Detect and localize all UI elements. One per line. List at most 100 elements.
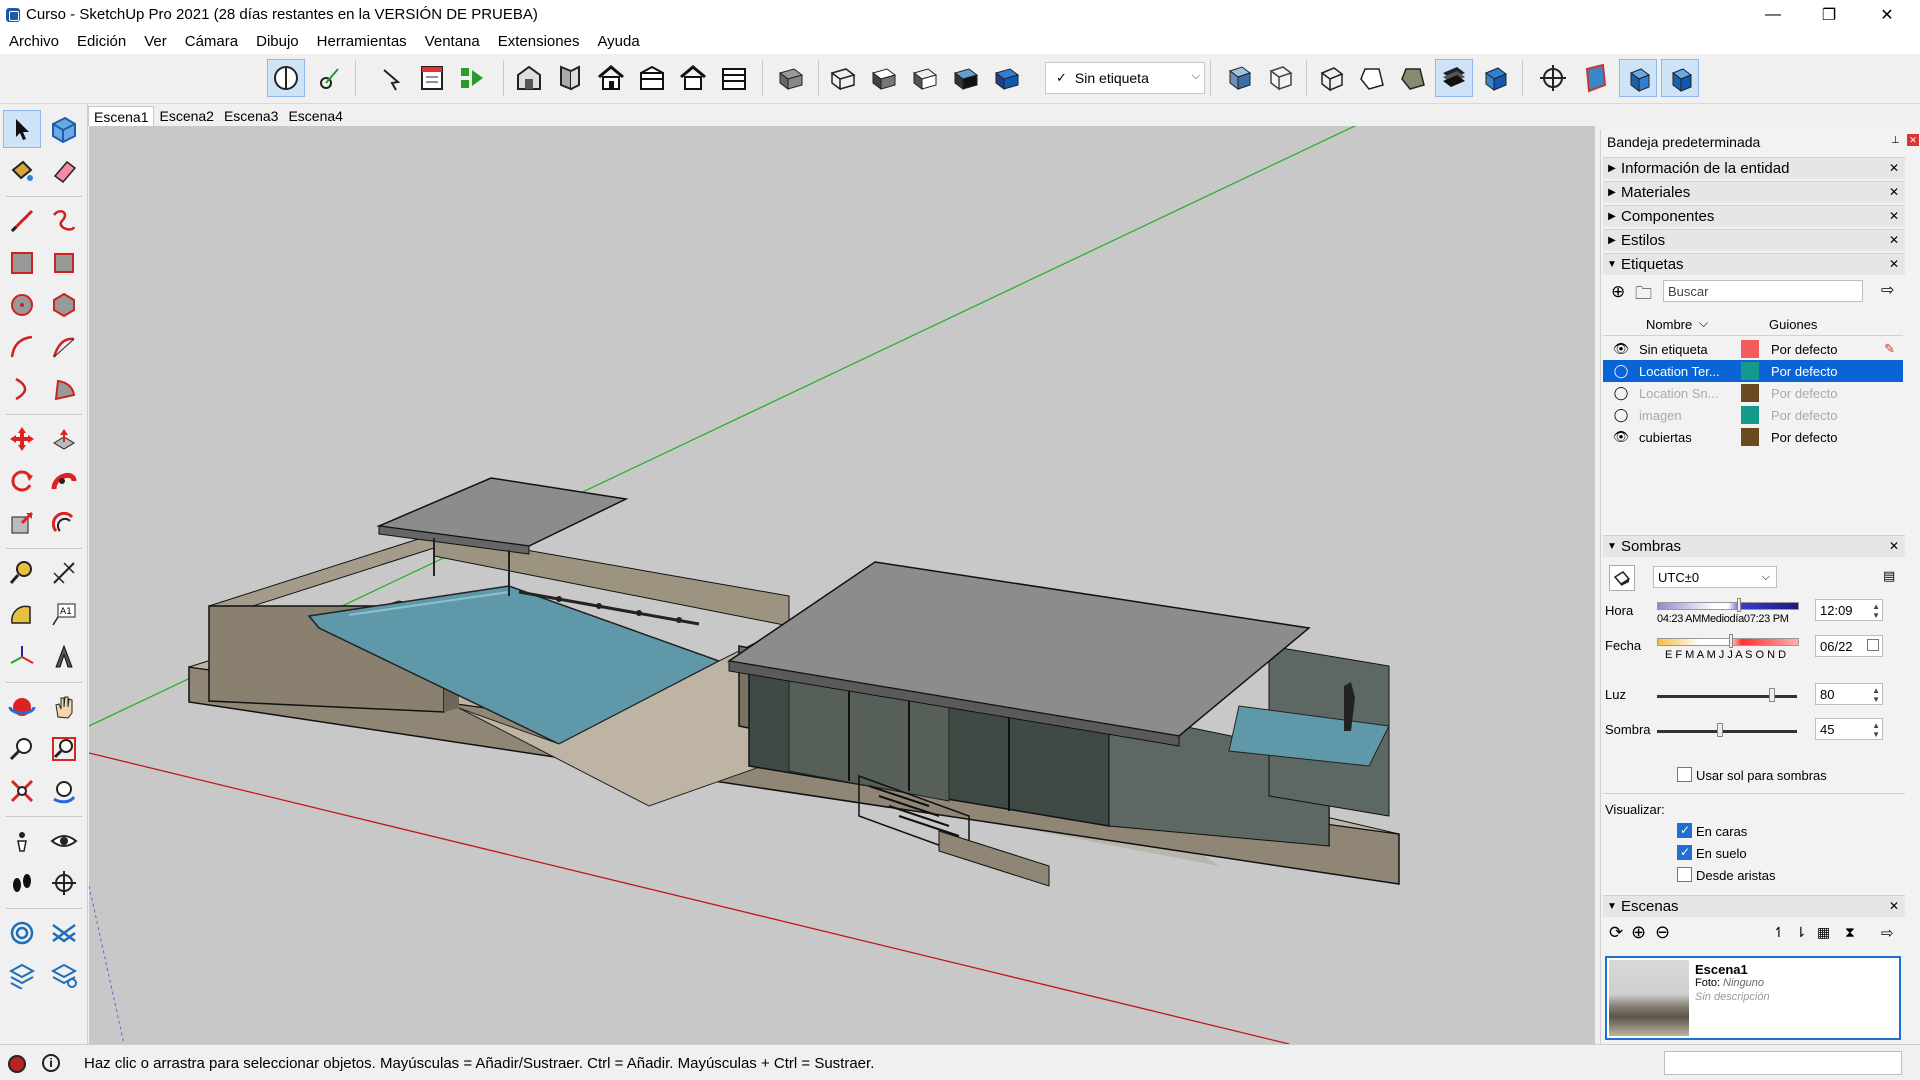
two-point-arc-icon[interactable] [45,328,83,366]
section-plane-tool-icon[interactable] [45,864,83,902]
zoom-window-icon[interactable] [45,730,83,768]
add-tag-icon[interactable]: ⊕ [1611,282,1625,302]
menu-edicion[interactable]: Edición [68,33,135,50]
walk-icon[interactable] [373,59,411,97]
rotate-tool-icon[interactable] [3,462,41,500]
section-plane-icon[interactable] [1534,59,1572,97]
make-component-icon[interactable] [45,110,83,148]
tab-escena1[interactable]: Escena1 [88,106,155,126]
tab-escena2[interactable]: Escena2 [154,106,218,126]
menu-extensiones[interactable]: Extensiones [489,33,589,50]
menu-dibujo[interactable]: Dibujo [247,33,308,50]
scene-card[interactable]: Escena1 Foto: Ninguno Sin descripción [1605,956,1901,1040]
position-camera-icon[interactable] [267,59,305,97]
view-right-icon[interactable] [633,59,671,97]
monochrome-style-icon[interactable] [988,59,1026,97]
tag-color-swatch[interactable] [1741,362,1759,380]
view-options-icon[interactable]: ▦ [1817,924,1830,941]
sandbox-scratch-icon[interactable] [45,914,83,952]
axes-tool-icon[interactable] [3,638,41,676]
eraser-icon[interactable] [45,152,83,190]
remove-scene-icon[interactable]: ⊖ [1655,922,1670,943]
look-around-icon[interactable] [309,59,347,97]
from-edges-checkbox[interactable] [1677,867,1692,882]
hora-input[interactable]: 12:09 ▲ ▼ [1815,599,1883,621]
luz-input[interactable]: 80 ▲ ▼ [1815,683,1883,705]
walk-footprints-icon[interactable] [3,864,41,902]
tag-color-swatch[interactable] [1741,340,1759,358]
view-iso-icon[interactable] [510,59,548,97]
sort-chevron-icon[interactable]: ⌵ [1699,316,1708,331]
view-left-icon[interactable] [715,59,753,97]
edge-style-shaded-icon[interactable] [1394,59,1432,97]
sandbox-from-contours-icon[interactable] [3,914,41,952]
move-tool-icon[interactable] [3,420,41,458]
pin-icon[interactable]: ⊥ [1891,135,1900,146]
section-materials[interactable]: ▶ Materiales ✕ [1603,181,1905,203]
stamp-icon[interactable] [45,956,83,994]
close-section-icon[interactable]: ✕ [1889,899,1899,913]
push-pull-icon[interactable] [45,420,83,458]
pan-hand-icon[interactable] [45,688,83,726]
tag-row[interactable]: 👁 Sin etiqueta Por defecto ✎ [1603,338,1903,360]
tag-color-swatch[interactable] [1741,384,1759,402]
spin-up-icon[interactable]: ▲ [1872,602,1880,611]
shadow-settings-icon[interactable]: ▤ [1883,568,1895,584]
shadow-toggle-icon[interactable] [1609,565,1635,591]
spin-up-icon[interactable]: ▲ [1872,686,1880,695]
section-scenes[interactable]: ▼ Escenas ✕ [1603,895,1905,917]
model-viewport[interactable] [89,126,1595,1044]
spin-up-icon[interactable]: ▲ [1872,721,1880,730]
view-front-icon[interactable] [592,59,630,97]
tag-dropdown[interactable]: ✓ Sin etiqueta ⌵ [1045,62,1205,94]
tag-dashes[interactable]: Por defecto [1771,408,1838,423]
protractor-icon[interactable] [3,596,41,634]
luz-slider[interactable] [1657,695,1797,698]
face-style-xray-icon[interactable] [1220,59,1258,97]
section-report-icon[interactable] [413,59,451,97]
spin-down-icon[interactable]: ▼ [1872,730,1880,739]
measurements-box[interactable] [1664,1051,1902,1075]
scale-tool-icon[interactable] [3,504,41,542]
hidden-line-style-icon[interactable] [865,59,903,97]
3d-text-icon[interactable] [45,638,83,676]
look-around-eye-icon[interactable] [45,822,83,860]
dimension-tool-icon[interactable] [45,554,83,592]
pie-tool-icon[interactable] [45,370,83,408]
close-section-icon[interactable]: ✕ [1889,539,1899,553]
scene-menu-arrow-icon[interactable]: ⇨ [1881,924,1894,942]
edge-style-monochrome-icon[interactable] [1476,59,1514,97]
follow-me-icon[interactable] [45,462,83,500]
view-top-icon[interactable] [551,59,589,97]
eye-hidden-icon[interactable]: ◯ [1603,407,1639,423]
close-section-icon[interactable]: ✕ [1889,233,1899,247]
tag-dashes[interactable]: Por defecto [1771,386,1838,401]
previous-view-icon[interactable] [45,772,83,810]
add-scene-icon[interactable]: ⊕ [1631,922,1646,943]
tag-row[interactable]: ◯ Location Ter... Por defecto [1603,360,1903,382]
tag-row[interactable]: 👁 cubiertas Por defecto [1603,426,1903,448]
close-section-icon[interactable]: ✕ [1889,185,1899,199]
calendar-icon[interactable] [1867,639,1879,651]
move-scene-down-icon[interactable]: ⇂ [1795,924,1807,941]
circle-tool-icon[interactable] [3,286,41,324]
offset-tool-icon[interactable] [45,504,83,542]
menu-ayuda[interactable]: Ayuda [588,33,648,50]
fecha-slider-thumb[interactable] [1729,634,1733,648]
eye-visible-icon[interactable]: 👁 [1603,341,1639,357]
close-section-icon[interactable]: ✕ [1889,209,1899,223]
sombra-slider[interactable] [1657,730,1797,733]
smoove-icon[interactable] [3,956,41,994]
fecha-input[interactable]: 06/22 [1815,635,1883,657]
close-window-button[interactable]: ✕ [1864,0,1910,29]
tag-row[interactable]: ◯ imagen Por defecto [1603,404,1903,426]
zoom-tool-icon[interactable] [3,730,41,768]
display-section-planes-icon[interactable] [1577,59,1615,97]
update-scene-icon[interactable]: ⟳ [1609,923,1623,943]
polygon-tool-icon[interactable] [45,286,83,324]
menu-ver[interactable]: Ver [135,33,176,50]
geolocation-icon[interactable] [8,1055,26,1073]
eye-hidden-icon[interactable]: ◯ [1603,363,1639,379]
close-section-icon[interactable]: ✕ [1889,257,1899,271]
zoom-extents-icon[interactable] [3,772,41,810]
